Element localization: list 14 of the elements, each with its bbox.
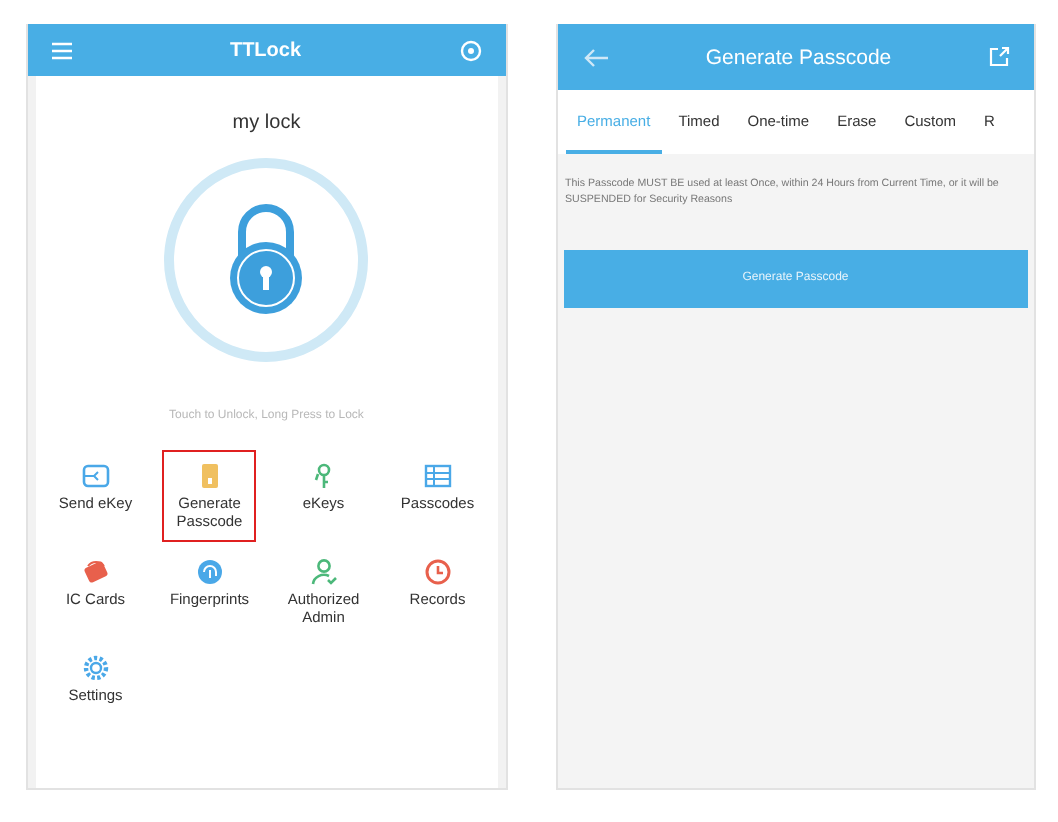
- share-icon[interactable]: [988, 46, 1010, 68]
- clock-icon: [423, 558, 452, 586]
- screen-title: Generate Passcode: [705, 45, 892, 69]
- admin-icon: [309, 558, 338, 586]
- send-icon: [81, 462, 110, 490]
- app-title: TTLock: [229, 39, 302, 61]
- lock-name: my lock: [232, 112, 301, 134]
- card-icon: [81, 558, 110, 586]
- menu-icon[interactable]: [52, 41, 72, 59]
- back-arrow-icon[interactable]: [581, 47, 609, 67]
- list-icon: [423, 462, 452, 490]
- finger-icon: [195, 558, 224, 586]
- circle-icon[interactable]: [459, 39, 481, 61]
- gear-icon: [81, 654, 110, 682]
